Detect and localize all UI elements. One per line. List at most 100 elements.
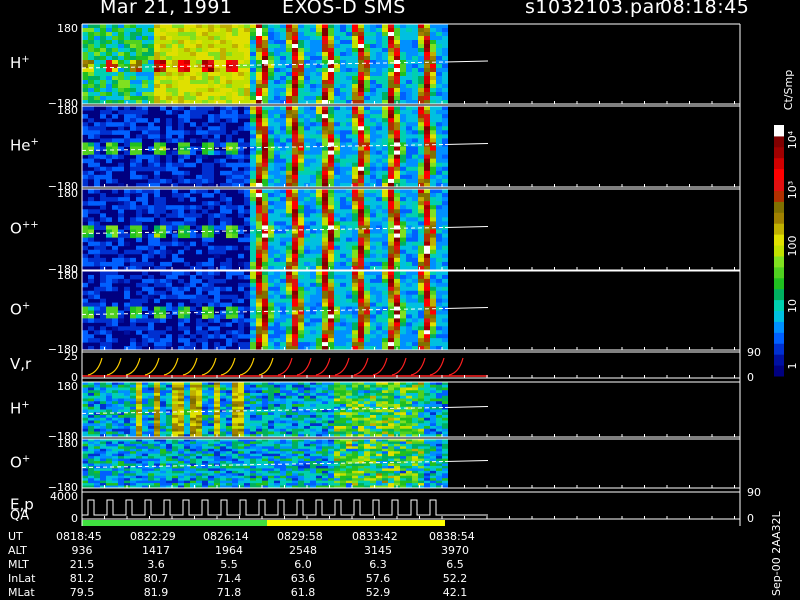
- heatmap-cell: [376, 225, 382, 230]
- heatmap-cell: [142, 40, 148, 45]
- heatmap-cell: [274, 193, 280, 198]
- heatmap-cell: [424, 146, 430, 152]
- heatmap-cell: [394, 146, 400, 152]
- heatmap-cell: [340, 298, 346, 304]
- heatmap-cell: [388, 174, 394, 180]
- heatmap-cell: [418, 170, 424, 176]
- heatmap-cell: [370, 221, 376, 226]
- heatmap-cell: [364, 342, 370, 347]
- heatmap-cell: [292, 142, 298, 147]
- heatmap-cell: [280, 44, 286, 49]
- heatmap-cell: [166, 302, 172, 308]
- heatmap-cell: [136, 225, 142, 230]
- heatmap-cell: [286, 205, 292, 210]
- heatmap-cell: [256, 237, 262, 243]
- heatmap-cell: [166, 221, 172, 226]
- heatmap-cell: [100, 60, 106, 65]
- heatmap-cell: [406, 106, 412, 111]
- heatmap-cell: [256, 48, 262, 53]
- heatmap-cell: [274, 174, 280, 180]
- heatmap-cell: [166, 92, 172, 97]
- heatmap-cell: [172, 96, 178, 101]
- heatmap-cell: [100, 84, 106, 89]
- heatmap-cell: [286, 322, 292, 327]
- heatmap-cell: [328, 326, 334, 331]
- heatmap-cell: [406, 40, 412, 45]
- heatmap-cell: [118, 40, 124, 45]
- heatmap-cell: [352, 76, 358, 81]
- heatmap-cell: [370, 290, 376, 296]
- heatmap-cell: [94, 72, 100, 77]
- heatmap-cell: [274, 36, 280, 41]
- heatmap-cell: [382, 134, 388, 139]
- heatmap-cell: [100, 68, 106, 73]
- heatmap-cell: [436, 257, 442, 263]
- heatmap-cell: [376, 213, 382, 218]
- heatmap-cell: [364, 166, 370, 172]
- heatmap-cell: [244, 64, 250, 69]
- heatmap-cell: [142, 245, 148, 251]
- heatmap-cell: [364, 170, 370, 176]
- heatmap-cell: [256, 68, 262, 73]
- heatmap-cell: [106, 56, 112, 61]
- heatmap-cell: [400, 318, 406, 323]
- heatmap-cell: [400, 338, 406, 343]
- heatmap-cell: [190, 32, 196, 37]
- heatmap-cell: [178, 178, 184, 184]
- heatmap-cell: [220, 209, 226, 214]
- heatmap-cell: [358, 338, 364, 343]
- heatmap-cell: [394, 257, 400, 263]
- heatmap-cell: [178, 48, 184, 53]
- heatmap-cell: [250, 56, 256, 61]
- heatmap-cell: [430, 154, 436, 160]
- heatmap-cell: [286, 114, 292, 119]
- heatmap-cell: [340, 126, 346, 131]
- heatmap-cell: [154, 237, 160, 243]
- heatmap-cell: [340, 342, 346, 347]
- heatmap-cell: [208, 80, 214, 85]
- heatmap-cell: [166, 271, 172, 276]
- heatmap-cell: [274, 257, 280, 263]
- heatmap-cell: [328, 221, 334, 226]
- heatmap-cell: [226, 134, 232, 139]
- heatmap-cell: [106, 76, 112, 81]
- heatmap-cell: [424, 326, 430, 331]
- heatmap-cell: [310, 162, 316, 168]
- heatmap-cell: [286, 197, 292, 202]
- heatmap-cell: [298, 162, 304, 168]
- heatmap-cell: [424, 64, 430, 69]
- heatmap-cell: [442, 290, 448, 296]
- heatmap-cell: [142, 48, 148, 53]
- heatmap-cell: [364, 40, 370, 45]
- heatmap-cell: [328, 166, 334, 172]
- heatmap-cell: [190, 150, 196, 156]
- heatmap-cell: [436, 274, 442, 280]
- heatmap-cell: [352, 330, 358, 335]
- heatmap-cell: [142, 36, 148, 41]
- heatmap-cell: [94, 249, 100, 255]
- heatmap-cell: [214, 298, 220, 304]
- heatmap-cell: [394, 189, 400, 194]
- heatmap-cell: [184, 110, 190, 115]
- heatmap-cell: [106, 130, 112, 135]
- heatmap-cell: [124, 233, 130, 239]
- heatmap-cell: [310, 221, 316, 226]
- heatmap-cell: [196, 44, 202, 49]
- heatmap-cell: [412, 189, 418, 194]
- heatmap-cell: [430, 245, 436, 251]
- heatmap-cell: [160, 217, 166, 222]
- heatmap-cell: [286, 138, 292, 143]
- heatmap-cell: [406, 322, 412, 327]
- heatmap-cell: [412, 342, 418, 347]
- heatmap-cell: [124, 294, 130, 300]
- heatmap-cell: [328, 290, 334, 296]
- heatmap-cell: [334, 318, 340, 323]
- heatmap-cell: [322, 330, 328, 335]
- heatmap-cell: [340, 261, 346, 267]
- heatmap-cell: [310, 158, 316, 164]
- heatmap-cell: [280, 106, 286, 111]
- heatmap-cell: [190, 76, 196, 81]
- heatmap-cell: [154, 290, 160, 296]
- heatmap-cell: [418, 274, 424, 280]
- heatmap-cell: [130, 338, 136, 343]
